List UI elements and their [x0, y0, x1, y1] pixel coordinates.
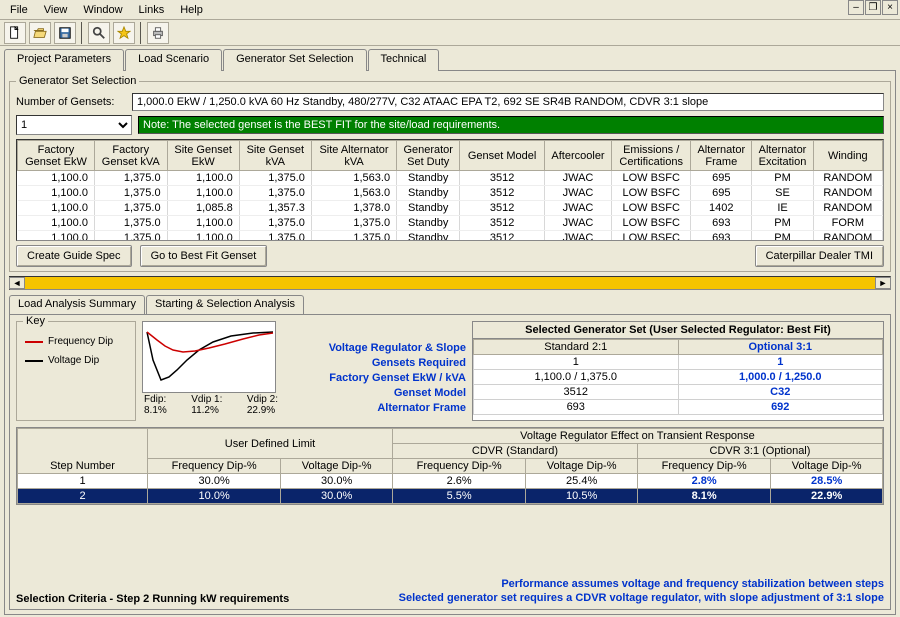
- volt-dip-swatch: [25, 360, 43, 362]
- menu-help[interactable]: Help: [172, 2, 211, 18]
- grid-column-header[interactable]: Site GensetEkW: [167, 141, 239, 171]
- selection-criteria-text: Selection Criteria - Step 2 Running kW r…: [16, 593, 289, 605]
- scroll-left-icon[interactable]: ◄: [9, 277, 25, 289]
- generator-set-selection-panel: Generator Set Selection Number of Genset…: [4, 70, 896, 615]
- genset-description: 1,000.0 EkW / 1,250.0 kVA 60 Hz Standby,…: [132, 93, 884, 111]
- progress-scrollbar[interactable]: ◄ ►: [9, 276, 891, 290]
- menu-links[interactable]: Links: [131, 2, 173, 18]
- search-icon[interactable]: [88, 22, 110, 44]
- grid-column-header[interactable]: Aftercooler: [544, 141, 611, 171]
- vre-row-1[interactable]: 1 30.0%30.0% 2.6%25.4% 2.8%28.5%: [18, 474, 883, 489]
- tab-load-analysis-summary[interactable]: Load Analysis Summary: [9, 295, 145, 315]
- genset-legend: Generator Set Selection: [16, 75, 139, 87]
- create-guide-spec-button[interactable]: Create Guide Spec: [16, 245, 132, 267]
- tab-technical[interactable]: Technical: [368, 49, 440, 71]
- save-icon[interactable]: [54, 22, 76, 44]
- param-labels: Voltage Regulator & Slope Gensets Requir…: [286, 321, 466, 421]
- selected-genset-table: Selected Generator Set (User Selected Re…: [472, 321, 884, 421]
- grid-column-header[interactable]: AlternatorExcitation: [752, 141, 813, 171]
- table-row[interactable]: 1,100.01,375.01,100.01,375.01,563.0Stand…: [18, 171, 883, 186]
- restore-icon[interactable]: ❐: [865, 0, 881, 15]
- tab-load-scenario[interactable]: Load Scenario: [125, 49, 222, 71]
- table-row[interactable]: 1,100.01,375.01,100.01,375.01,375.0Stand…: [18, 231, 883, 242]
- main-tabs: Project Parameters Load Scenario Generat…: [4, 49, 896, 71]
- analysis-panel: Key Frequency Dip Voltage Dip Fdip:8.1% …: [9, 314, 891, 610]
- grid-column-header[interactable]: Site GensetkVA: [239, 141, 311, 171]
- grid-column-header[interactable]: Genset Model: [460, 141, 544, 171]
- chart-key: Key Frequency Dip Voltage Dip: [16, 321, 136, 421]
- genset-grid[interactable]: FactoryGenset EkWFactoryGenset kVASite G…: [16, 139, 884, 241]
- grid-column-header[interactable]: FactoryGenset EkW: [18, 141, 95, 171]
- open-file-icon[interactable]: [29, 22, 51, 44]
- goto-best-fit-button[interactable]: Go to Best Fit Genset: [140, 245, 268, 267]
- toolbar: [0, 20, 900, 46]
- favorites-icon[interactable]: [113, 22, 135, 44]
- menu-bar: File View Window Links Help – ❐ ×: [0, 0, 900, 20]
- tab-generator-set-selection[interactable]: Generator Set Selection: [223, 49, 366, 71]
- dealer-tmi-button[interactable]: Caterpillar Dealer TMI: [755, 245, 884, 267]
- close-icon[interactable]: ×: [882, 0, 898, 15]
- menu-window[interactable]: Window: [75, 2, 130, 18]
- scroll-right-icon[interactable]: ►: [875, 277, 891, 289]
- tab-project-parameters[interactable]: Project Parameters: [4, 49, 124, 71]
- grid-column-header[interactable]: GeneratorSet Duty: [397, 141, 460, 171]
- menu-view[interactable]: View: [36, 2, 76, 18]
- new-file-icon[interactable]: [4, 22, 26, 44]
- num-gensets-label: Number of Gensets:: [16, 96, 126, 108]
- grid-column-header[interactable]: Winding: [813, 141, 882, 171]
- dip-chart: [142, 321, 276, 393]
- menu-file[interactable]: File: [2, 2, 36, 18]
- footer-note-1: Performance assumes voltage and frequenc…: [399, 577, 884, 591]
- table-row[interactable]: 1,100.01,375.01,100.01,375.01,375.0Stand…: [18, 216, 883, 231]
- genset-selection-group: Generator Set Selection Number of Genset…: [9, 75, 891, 272]
- minimize-icon[interactable]: –: [848, 0, 864, 15]
- grid-column-header[interactable]: Site AlternatorkVA: [311, 141, 396, 171]
- grid-column-header[interactable]: AlternatorFrame: [691, 141, 752, 171]
- vre-row-2-selected[interactable]: 2 10.0%30.0% 5.5%10.5% 8.1%22.9%: [18, 489, 883, 504]
- voltage-regulator-table: Step Number User Defined Limit Voltage R…: [16, 427, 884, 505]
- print-icon[interactable]: [147, 22, 169, 44]
- freq-dip-swatch: [25, 341, 43, 343]
- bestfit-note: Note: The selected genset is the BEST FI…: [138, 116, 884, 134]
- table-row[interactable]: 1,100.01,375.01,085.81,357.31,378.0Stand…: [18, 201, 883, 216]
- num-gensets-select[interactable]: 1: [16, 115, 132, 135]
- table-row[interactable]: 1,100.01,375.01,100.01,375.01,563.0Stand…: [18, 186, 883, 201]
- tab-starting-selection-analysis[interactable]: Starting & Selection Analysis: [146, 295, 304, 315]
- grid-column-header[interactable]: Emissions /Certifications: [612, 141, 691, 171]
- footer-note-2: Selected generator set requires a CDVR v…: [399, 591, 884, 605]
- sub-tabs: Load Analysis Summary Starting & Selecti…: [9, 295, 891, 315]
- grid-column-header[interactable]: FactoryGenset kVA: [94, 141, 167, 171]
